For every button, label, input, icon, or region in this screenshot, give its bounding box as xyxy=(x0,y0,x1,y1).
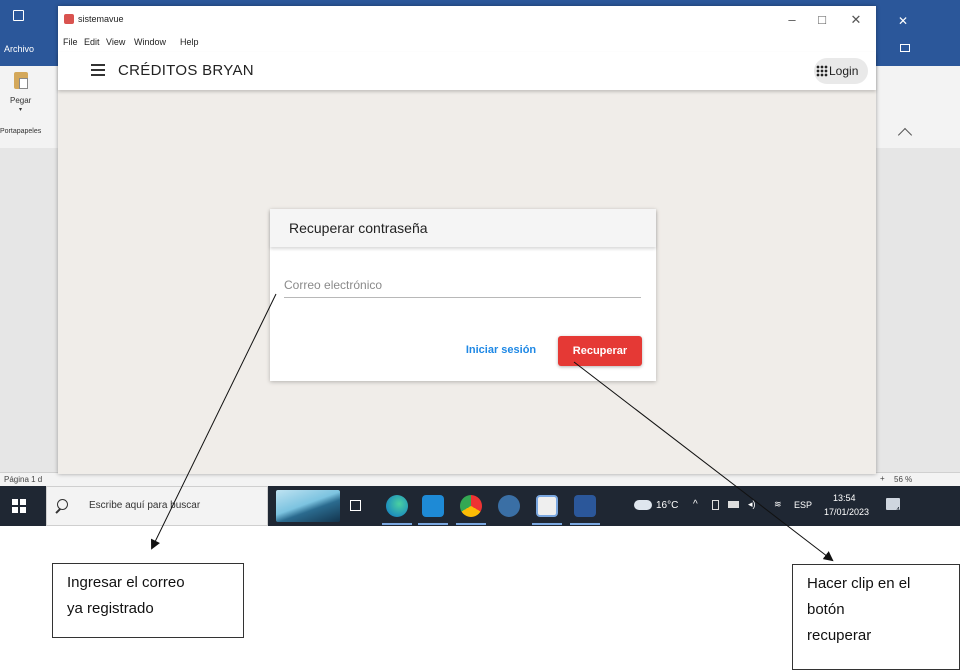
annotation-left-line1: Ingresar el correo xyxy=(67,574,185,591)
annotation-right-line1: Hacer clip en el xyxy=(807,575,911,592)
arrow-to-recover-button xyxy=(573,361,834,562)
annotation-right-line3: recuperar xyxy=(807,627,872,644)
annotation-left: Ingresar el correo ya registrado xyxy=(52,563,244,638)
arrow-to-email-field xyxy=(151,293,277,550)
annotation-left-line2: ya registrado xyxy=(67,600,154,617)
annotation-right-line2: botón xyxy=(807,601,845,618)
annotation-right: Hacer clip en el botón recuperar xyxy=(792,564,960,670)
